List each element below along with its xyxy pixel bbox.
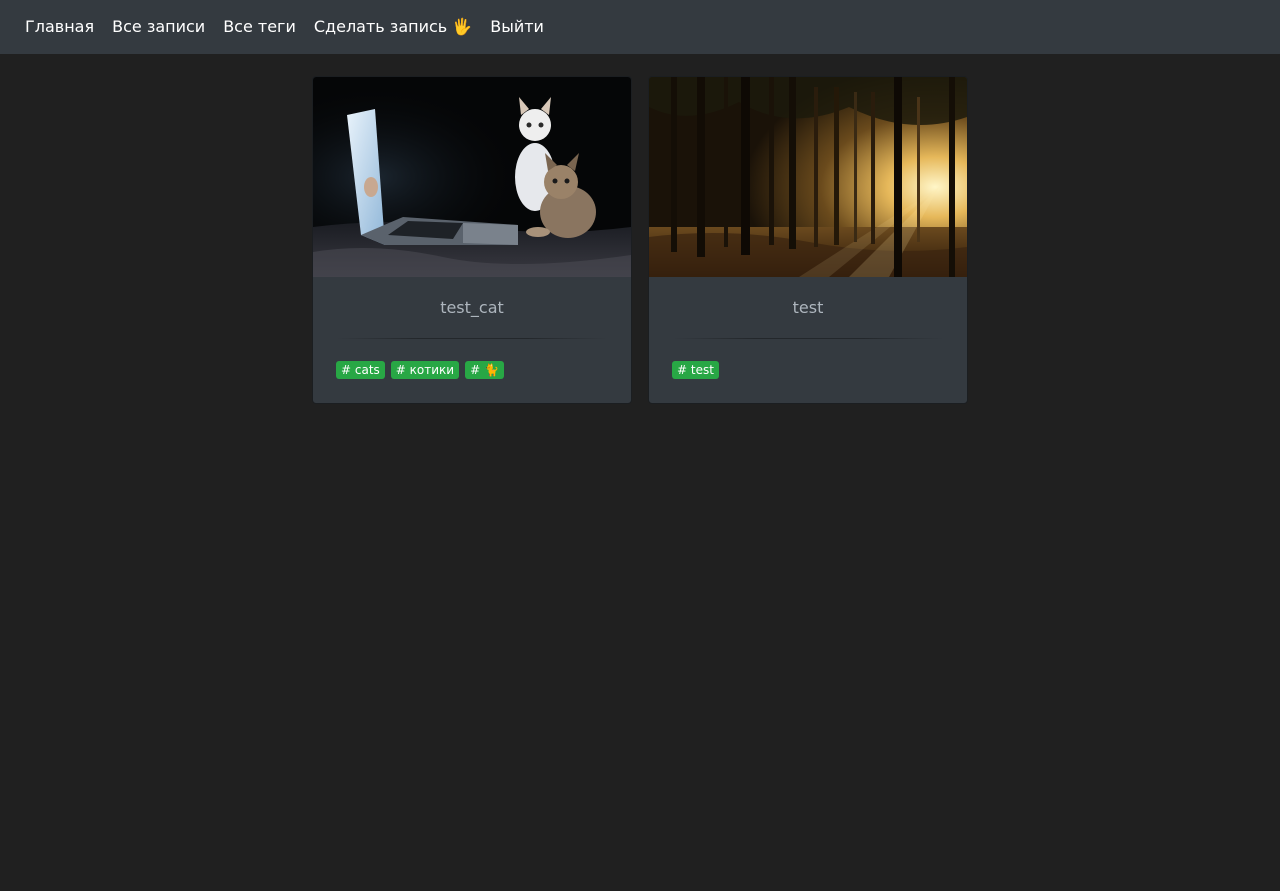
post-card-body: test_cat # cats # котики # 🐈 (313, 298, 631, 379)
tag-list: # cats # котики # 🐈 (336, 361, 608, 379)
tag-badge-kotiki[interactable]: # котики (390, 361, 460, 379)
nav-link-logout[interactable]: Выйти (481, 0, 553, 54)
post-card[interactable]: test # test (648, 76, 968, 404)
divider (672, 338, 944, 339)
tag-badge-cats[interactable]: # cats (336, 361, 385, 379)
tag-list: # test (672, 361, 944, 379)
nav-link-all-tags[interactable]: Все теги (214, 0, 305, 54)
divider (336, 338, 608, 339)
post-list: test_cat # cats # котики # 🐈 test # test (312, 76, 968, 404)
tag-badge-test[interactable]: # test (672, 361, 719, 379)
post-title[interactable]: test_cat (336, 298, 608, 318)
navbar: Главная Все записи Все теги Сделать запи… (0, 0, 1280, 54)
nav-link-create-post[interactable]: Сделать запись 🖐 (305, 0, 481, 54)
post-title[interactable]: test (672, 298, 944, 318)
tag-badge-cat-emoji[interactable]: # 🐈 (465, 361, 504, 379)
post-card[interactable]: test_cat # cats # котики # 🐈 (312, 76, 632, 404)
post-image-cats-laptop[interactable] (313, 77, 631, 277)
nav-link-home[interactable]: Главная (16, 0, 103, 54)
post-card-body: test # test (649, 298, 967, 379)
nav-link-all-posts[interactable]: Все записи (103, 0, 214, 54)
post-image-forest[interactable] (649, 77, 967, 277)
